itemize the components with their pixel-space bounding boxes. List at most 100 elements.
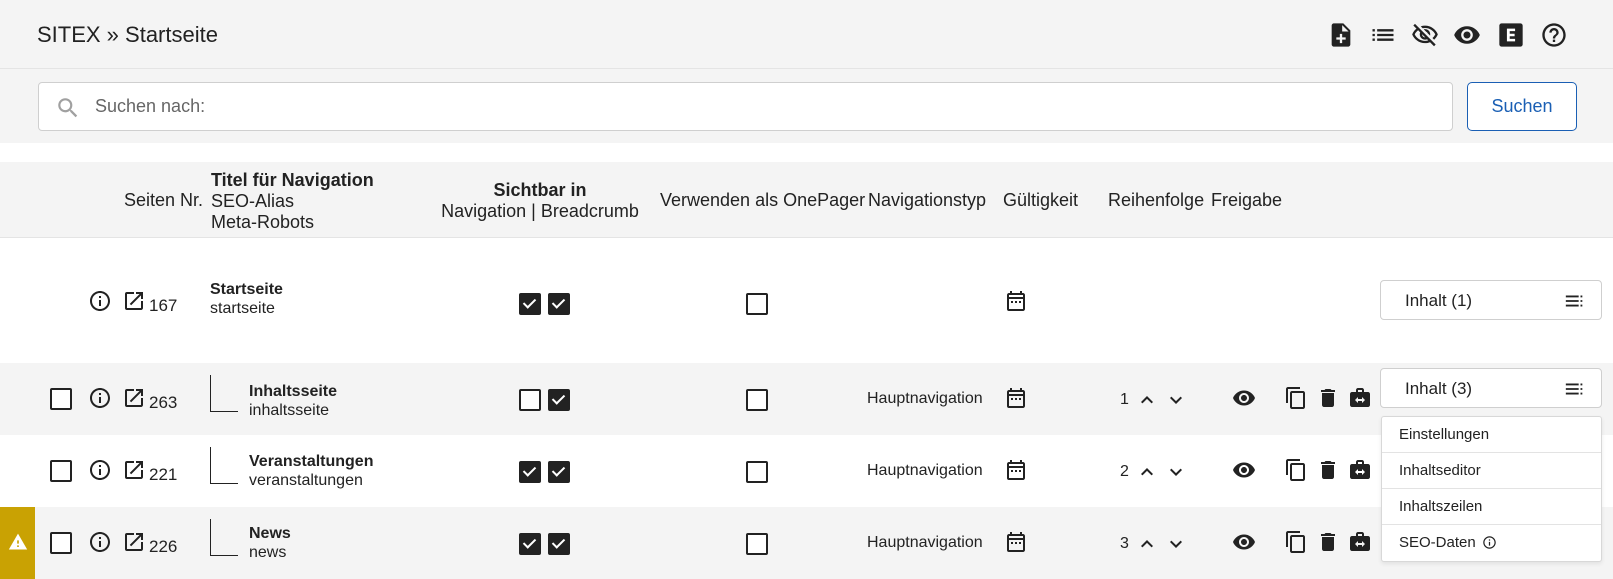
search-field bbox=[38, 82, 1453, 131]
warning-indicator[interactable] bbox=[0, 507, 35, 579]
chevron-up-icon[interactable] bbox=[1135, 388, 1159, 412]
onepager-checkbox[interactable] bbox=[746, 389, 768, 411]
page-number: 167 bbox=[149, 296, 178, 315]
page-number: 226 bbox=[149, 537, 178, 556]
table-row: 221 Veranstaltungen veranstaltungen Haup… bbox=[0, 435, 1613, 507]
header-visible-line2: Navigation | Breadcrumb bbox=[441, 201, 639, 221]
page-title: Inhaltsseite bbox=[249, 383, 338, 400]
chevron-down-icon[interactable] bbox=[1164, 532, 1188, 556]
onepager-checkbox[interactable] bbox=[746, 461, 768, 483]
visibility-off-icon[interactable] bbox=[1411, 21, 1439, 49]
search-icon bbox=[58, 98, 78, 118]
search-input[interactable] bbox=[95, 83, 1435, 130]
page-title: News bbox=[249, 525, 291, 542]
content-dropdown-button[interactable]: Inhalt (3) bbox=[1380, 368, 1602, 408]
help-icon[interactable] bbox=[1540, 21, 1568, 49]
delete-icon[interactable] bbox=[1316, 530, 1340, 554]
chevron-down-icon[interactable] bbox=[1164, 388, 1188, 412]
calendar-icon[interactable] bbox=[1004, 458, 1028, 482]
move-icon[interactable] bbox=[1348, 386, 1372, 410]
open-external-icon[interactable] bbox=[122, 386, 146, 410]
onepager-checkbox[interactable] bbox=[746, 533, 768, 555]
order-number: 1 bbox=[1120, 391, 1129, 408]
visibility-icon[interactable] bbox=[1232, 530, 1256, 554]
header-title-line2: SEO-Alias bbox=[211, 191, 295, 211]
chevron-down-icon[interactable] bbox=[1164, 460, 1188, 484]
nav-visible-checkbox[interactable] bbox=[519, 461, 541, 483]
open-external-icon[interactable] bbox=[122, 289, 146, 313]
breadcrumb: SITEX » Startseite bbox=[37, 22, 218, 47]
chevron-up-icon[interactable] bbox=[1135, 460, 1159, 484]
nav-visible-checkbox[interactable] bbox=[519, 389, 541, 411]
add-page-icon[interactable] bbox=[1327, 21, 1355, 49]
table-row: 167 Startseite startseite Inhalt (1) bbox=[0, 238, 1613, 363]
header-title-line1: Titel für Navigation bbox=[211, 170, 374, 190]
open-external-icon[interactable] bbox=[122, 530, 146, 554]
menu-item-seo-data[interactable]: SEO-Daten bbox=[1382, 525, 1601, 561]
header-validity: Gültigkeit bbox=[1003, 190, 1079, 210]
open-external-icon[interactable] bbox=[122, 458, 146, 482]
info-icon[interactable] bbox=[88, 530, 112, 554]
visibility-icon[interactable] bbox=[1232, 458, 1256, 482]
visibility-icon[interactable] bbox=[1453, 21, 1481, 49]
row-select-checkbox[interactable] bbox=[50, 532, 72, 554]
move-icon[interactable] bbox=[1348, 458, 1372, 482]
nav-visible-checkbox[interactable] bbox=[519, 533, 541, 555]
tree-connector bbox=[210, 519, 238, 556]
nav-visible-checkbox[interactable] bbox=[519, 293, 541, 315]
info-icon[interactable] bbox=[88, 458, 112, 482]
e-icon[interactable] bbox=[1497, 21, 1525, 49]
table-row: 226 News news Hauptnavigation 3 bbox=[0, 507, 1613, 579]
navigation-type: Hauptnavigation bbox=[867, 534, 983, 551]
copy-icon[interactable] bbox=[1284, 458, 1308, 482]
navigation-type: Hauptnavigation bbox=[867, 390, 983, 407]
content-dropdown-label: Inhalt (1) bbox=[1405, 291, 1473, 310]
header-release: Freigabe bbox=[1211, 190, 1283, 210]
page-alias: startseite bbox=[210, 300, 275, 317]
header-title-line3: Meta-Robots bbox=[211, 212, 315, 232]
table-header: Seiten Nr. Titel für Navigation SEO-Alia… bbox=[0, 162, 1613, 238]
header-page-nr: Seiten Nr. bbox=[124, 190, 204, 210]
list-icon[interactable] bbox=[1369, 21, 1397, 49]
delete-icon[interactable] bbox=[1316, 458, 1340, 482]
menu-item-settings[interactable]: Einstellungen bbox=[1382, 417, 1601, 453]
breadcrumb-visible-checkbox[interactable] bbox=[548, 389, 570, 411]
breadcrumb-visible-checkbox[interactable] bbox=[548, 293, 570, 315]
header-onepager: Verwenden als OnePager bbox=[660, 190, 866, 210]
tree-connector bbox=[210, 447, 238, 484]
search-bar: Suchen bbox=[0, 69, 1613, 143]
order-number: 2 bbox=[1120, 463, 1129, 480]
page-title: Veranstaltungen bbox=[249, 453, 374, 470]
copy-icon[interactable] bbox=[1284, 530, 1308, 554]
search-button[interactable]: Suchen bbox=[1467, 82, 1577, 131]
info-icon[interactable] bbox=[88, 289, 112, 313]
content-dropdown-label: Inhalt (3) bbox=[1405, 379, 1473, 398]
calendar-icon[interactable] bbox=[1004, 289, 1028, 313]
calendar-icon[interactable] bbox=[1004, 530, 1028, 554]
row-select-checkbox[interactable] bbox=[50, 388, 72, 410]
page-number: 221 bbox=[149, 465, 178, 484]
breadcrumb-visible-checkbox[interactable] bbox=[548, 461, 570, 483]
row-select-checkbox[interactable] bbox=[50, 460, 72, 482]
menu-lines-icon bbox=[1565, 383, 1583, 395]
menu-item-label: Einstellungen bbox=[1399, 426, 1490, 443]
delete-icon[interactable] bbox=[1316, 386, 1340, 410]
breadcrumb-visible-checkbox[interactable] bbox=[548, 533, 570, 555]
header-order: Reihenfolge bbox=[1108, 190, 1205, 210]
menu-item-content-rows[interactable]: Inhaltszeilen bbox=[1382, 489, 1601, 525]
order-number: 3 bbox=[1120, 535, 1129, 552]
info-icon[interactable] bbox=[88, 386, 112, 410]
visibility-icon[interactable] bbox=[1232, 386, 1256, 410]
content-dropdown-button[interactable]: Inhalt (1) bbox=[1380, 280, 1602, 320]
content-dropdown-menu: Einstellungen Inhaltseditor Inhaltszeile… bbox=[1381, 416, 1602, 562]
tree-connector bbox=[210, 375, 238, 412]
header-visible-line1: Sichtbar in bbox=[493, 180, 587, 200]
chevron-up-icon[interactable] bbox=[1135, 532, 1159, 556]
move-icon[interactable] bbox=[1348, 530, 1372, 554]
page-alias: news bbox=[249, 544, 287, 561]
calendar-icon[interactable] bbox=[1004, 386, 1028, 410]
menu-item-content-editor[interactable]: Inhaltseditor bbox=[1382, 453, 1601, 489]
onepager-checkbox[interactable] bbox=[746, 293, 768, 315]
copy-icon[interactable] bbox=[1284, 386, 1308, 410]
navigation-type: Hauptnavigation bbox=[867, 462, 983, 479]
